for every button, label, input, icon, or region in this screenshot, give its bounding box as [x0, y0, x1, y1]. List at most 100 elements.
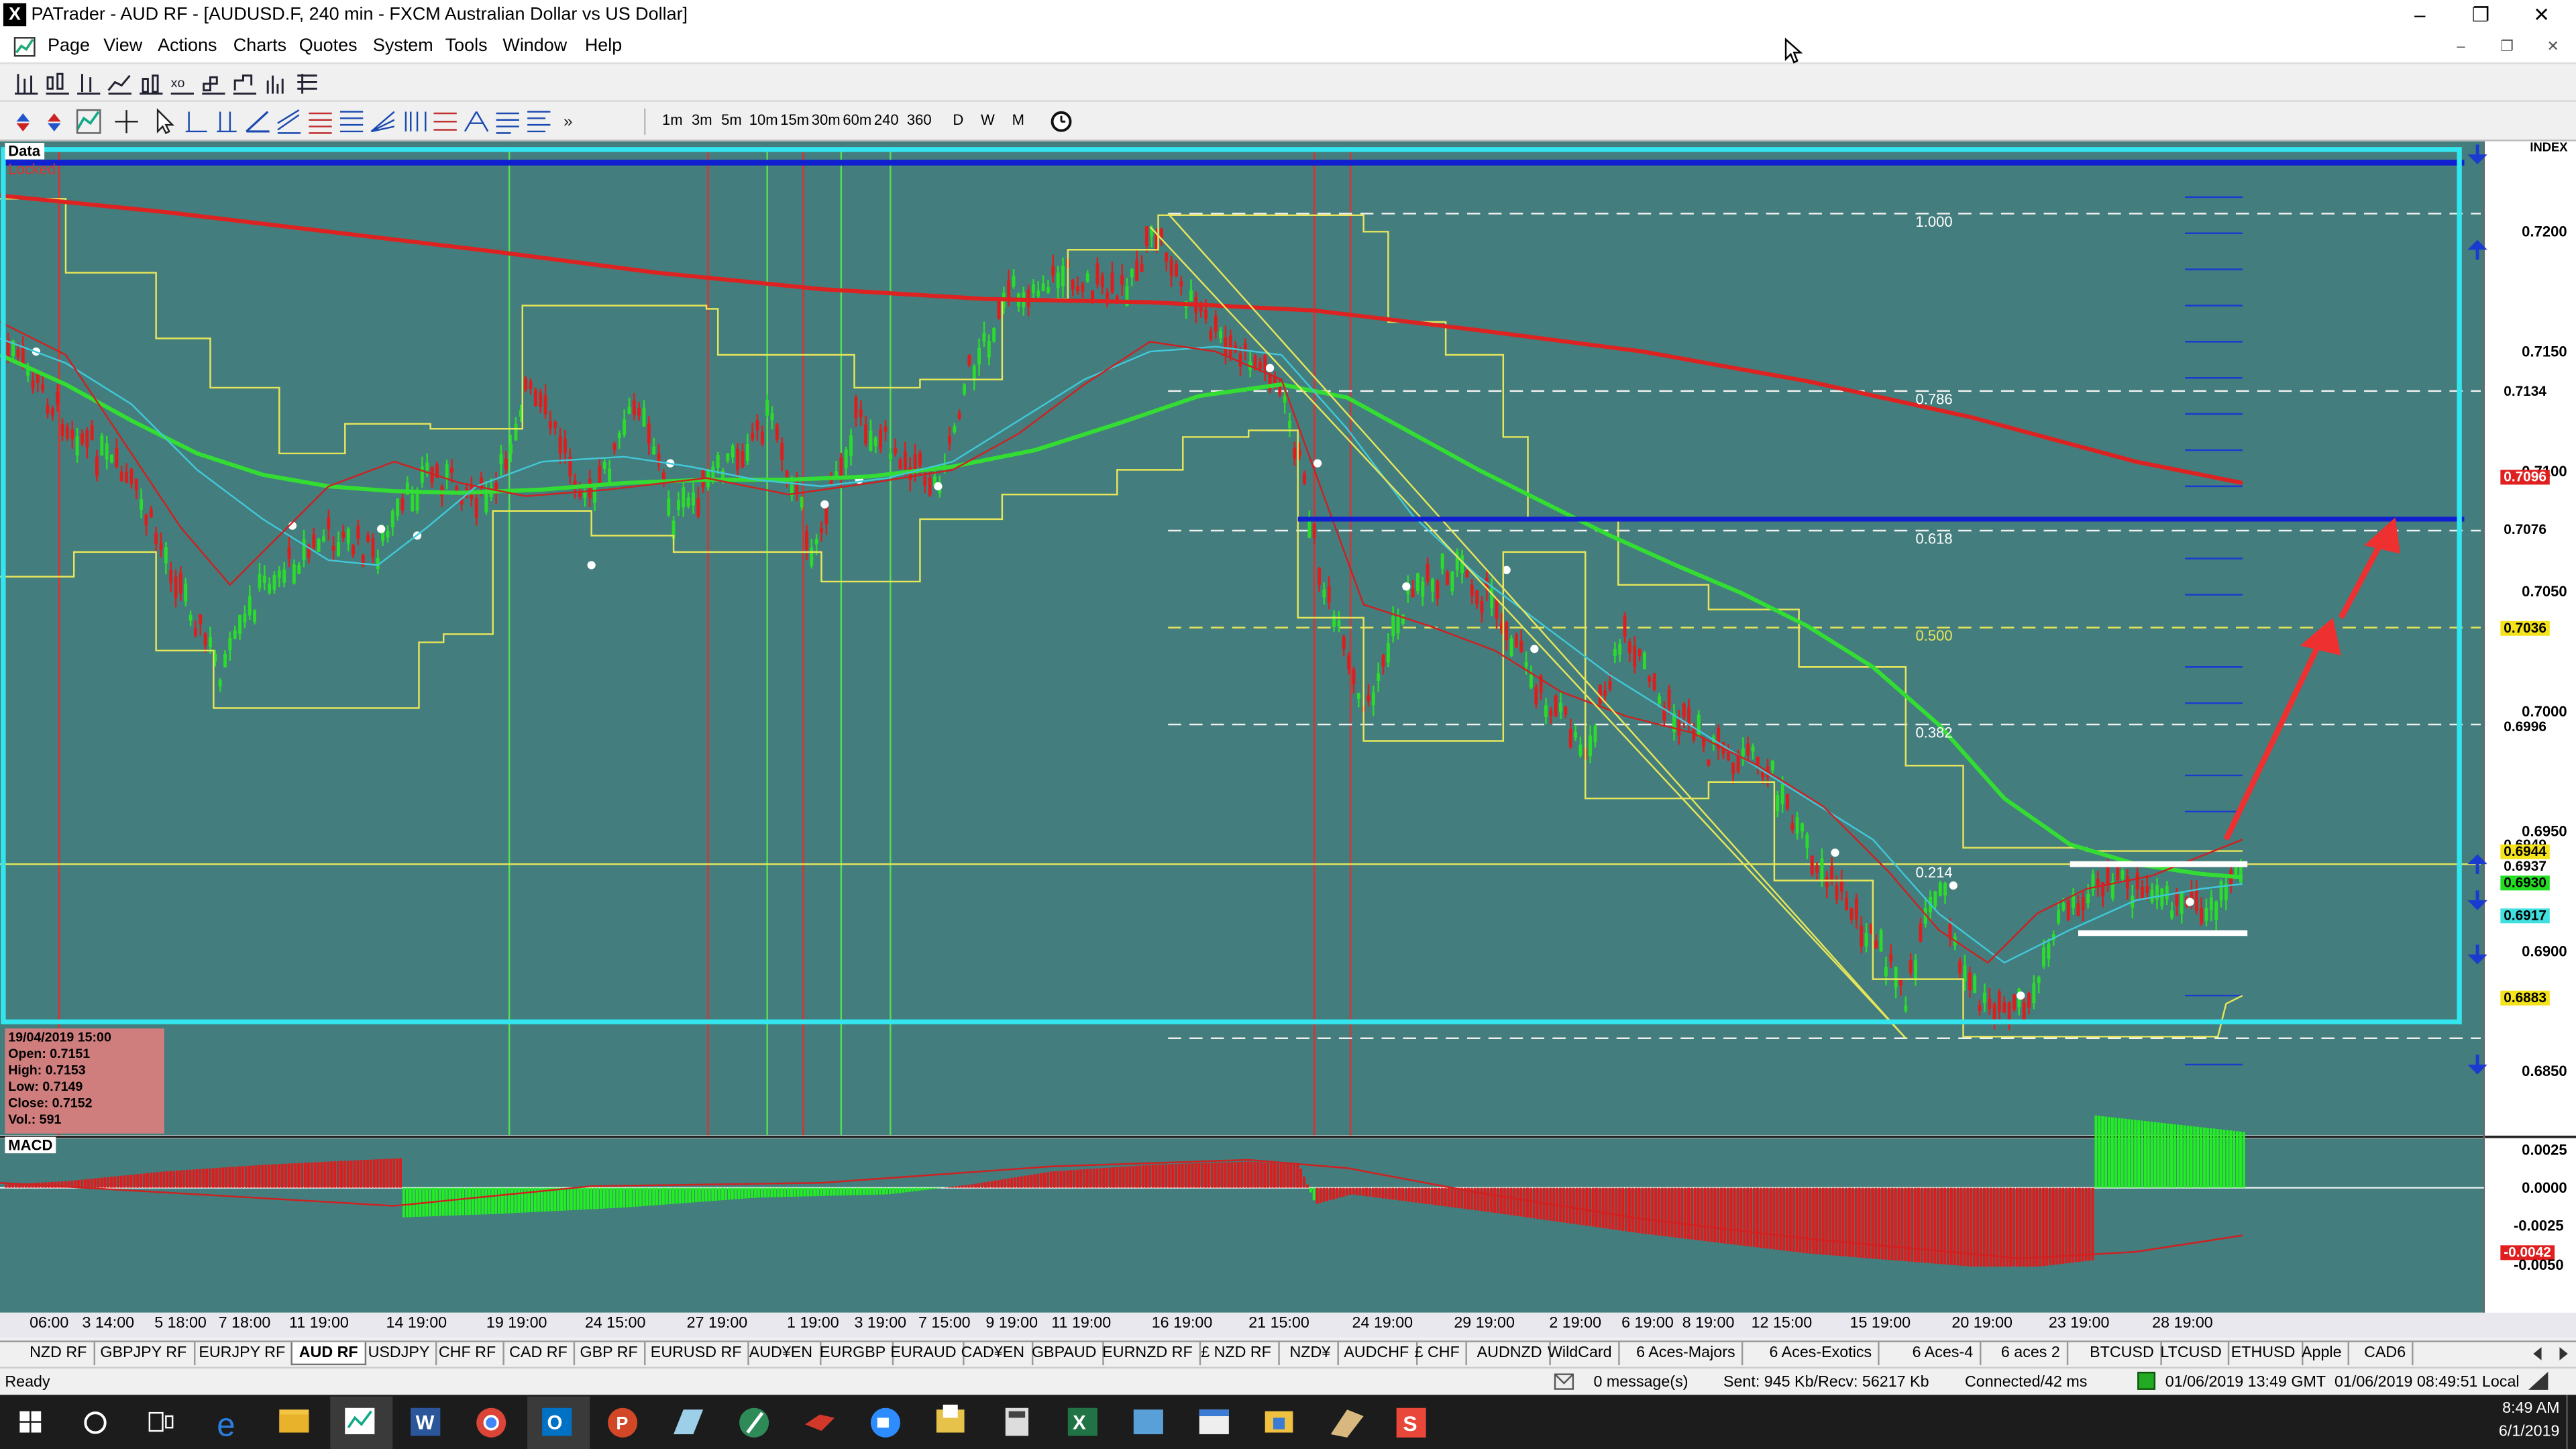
symbol-tab[interactable]: Apple [2295, 1342, 2350, 1366]
symbol-tab[interactable]: EURGBP [813, 1342, 894, 1366]
symbol-tab[interactable]: USDJPY [362, 1342, 438, 1366]
timeframe-monthly[interactable]: M [1012, 112, 1024, 128]
timeframe-daily[interactable]: D [953, 112, 963, 128]
symbol-tab[interactable]: AUD RF [290, 1342, 366, 1366]
candle-body [154, 533, 158, 545]
mdi-restore-button[interactable]: ❐ [2492, 38, 2522, 59]
symbol-tab[interactable]: CAD6 [2357, 1342, 2414, 1366]
macd-bar [1305, 1184, 1309, 1188]
timeframe-30m[interactable]: 30m [812, 112, 841, 128]
menu-actions[interactable]: Actions [158, 36, 217, 56]
status-messages[interactable]: 0 message(s) [1594, 1373, 1688, 1391]
tray-time[interactable]: 8:49 AM [2464, 1400, 2559, 1418]
candle-body [1968, 972, 1972, 991]
symbol-tab[interactable]: 6 Aces-Exotics [1763, 1342, 1880, 1366]
symbol-tab[interactable]: £ CHF [1408, 1342, 1468, 1366]
symbol-tab[interactable]: GBP RF [574, 1342, 646, 1366]
tab-scroll-arrows-icon[interactable] [2532, 1346, 2571, 1362]
close-button[interactable]: ✕ [2514, 0, 2569, 32]
timeframe-5m[interactable]: 5m [721, 112, 742, 128]
macd-bar [770, 1187, 773, 1197]
symbol-tab[interactable]: 6 Aces-4 [1906, 1342, 1982, 1366]
macd-bar [826, 1187, 829, 1196]
macd-bar [2048, 1187, 2051, 1266]
menu-help[interactable]: Help [585, 36, 622, 56]
price-chart-canvas[interactable] [0, 141, 2576, 1338]
symbol-tab[interactable]: BTCUSD [2083, 1342, 2163, 1366]
menu-charts[interactable]: Charts [233, 36, 286, 56]
symbol-tab[interactable]: GBPJPY RF [94, 1342, 195, 1366]
menu-quotes[interactable]: Quotes [299, 36, 358, 56]
symbol-tab[interactable]: AUD¥EN [743, 1342, 821, 1366]
show-desktop-button[interactable] [2566, 1395, 2576, 1449]
symbol-tab[interactable]: EURUSD RF [644, 1342, 750, 1366]
price-tag: 0.7076 [2500, 522, 2550, 537]
macd-bar [238, 1166, 241, 1188]
symbol-tab[interactable]: AUDCHF [1337, 1342, 1417, 1366]
macd-bar [1303, 1176, 1305, 1188]
chart-window[interactable]: Data Locked INDEX MACD 1.000 0.786 0.618… [0, 140, 2576, 1338]
candle-body [637, 408, 641, 417]
symbol-tab[interactable]: AUDNZD [1470, 1342, 1550, 1366]
timeframe-240[interactable]: 240 [874, 112, 899, 128]
task-view-icon [148, 1411, 174, 1432]
clock-icon[interactable] [1050, 110, 1073, 133]
macd-bar [1217, 1162, 1220, 1188]
menu-window[interactable]: Window [502, 36, 567, 56]
timeframe-1m[interactable]: 1m [662, 112, 683, 128]
macd-bar [1864, 1187, 1868, 1258]
timeframe-360[interactable]: 360 [907, 112, 932, 128]
menu-page[interactable]: Page [48, 36, 90, 56]
menu-view[interactable]: View [103, 36, 142, 56]
candle-body [859, 409, 863, 417]
symbol-tab[interactable]: ETHUSD [2224, 1342, 2304, 1366]
tray-date[interactable]: 6/1/2019 [2464, 1423, 2560, 1441]
maximize-button[interactable]: ❐ [2453, 0, 2508, 32]
timeframe-3m[interactable]: 3m [692, 112, 712, 128]
time-axis-label: 5 18:00 [154, 1314, 207, 1333]
candle-body [642, 408, 646, 427]
menu-system[interactable]: System [373, 36, 433, 56]
symbol-tab[interactable]: GBPAUD [1025, 1342, 1105, 1366]
timeframe-10m[interactable]: 10m [749, 112, 778, 128]
chart-type-icons[interactable]: xo [13, 70, 325, 97]
symbol-tab[interactable]: NZD¥ [1283, 1342, 1339, 1366]
macd-bar [1417, 1187, 1421, 1203]
macd-bar [241, 1166, 244, 1188]
symbol-tab[interactable]: EURNZD RF [1095, 1342, 1201, 1366]
fib-label-0500: 0.500 [1915, 627, 1953, 645]
timeframe-15m[interactable]: 15m [780, 112, 809, 128]
symbol-tab[interactable]: £ NZD RF [1194, 1342, 1280, 1366]
macd-bar [2065, 1187, 2068, 1264]
symbol-tab[interactable]: CAD¥EN [955, 1342, 1033, 1366]
macd-bar [146, 1173, 149, 1188]
macd-bar [90, 1179, 93, 1188]
symbol-tab[interactable]: WildCard [1541, 1342, 1620, 1366]
symbol-tab[interactable]: 6 Aces-Majors [1629, 1342, 1743, 1366]
symbol-tab[interactable]: LTCUSD [2154, 1342, 2231, 1366]
symbol-tab[interactable]: NZD RF [23, 1342, 95, 1366]
chart-menu-icon[interactable] [13, 36, 36, 58]
taskbar-icons[interactable]: e W O P X S [0, 1395, 1446, 1449]
symbol-tab[interactable]: CHF RF [432, 1342, 504, 1366]
minimize-button[interactable]: – [2392, 0, 2448, 32]
menu-tools[interactable]: Tools [445, 36, 488, 56]
candle-body [499, 454, 503, 465]
macd-bar [994, 1180, 997, 1188]
macd-bar [2025, 1187, 2029, 1267]
mdi-close-button[interactable]: ✕ [2538, 38, 2568, 59]
start-icon [19, 1411, 42, 1433]
mdi-minimize-button[interactable]: – [2447, 38, 2476, 59]
candle-body [80, 433, 84, 444]
symbol-tab[interactable]: EURJPY RF [193, 1342, 294, 1366]
candle-body [883, 426, 888, 432]
candle-body [918, 452, 922, 466]
timeframe-60m[interactable]: 60m [843, 112, 871, 128]
macd-bar [409, 1187, 412, 1218]
candle-body [366, 535, 370, 542]
symbol-tab[interactable]: 6 aces 2 [1994, 1342, 2069, 1366]
symbol-tab[interactable]: CAD RF [502, 1342, 576, 1366]
timeframe-weekly[interactable]: W [981, 112, 995, 128]
symbol-tab[interactable]: EURAUD [884, 1342, 965, 1366]
drawing-tool-icons[interactable]: » [13, 108, 638, 135]
